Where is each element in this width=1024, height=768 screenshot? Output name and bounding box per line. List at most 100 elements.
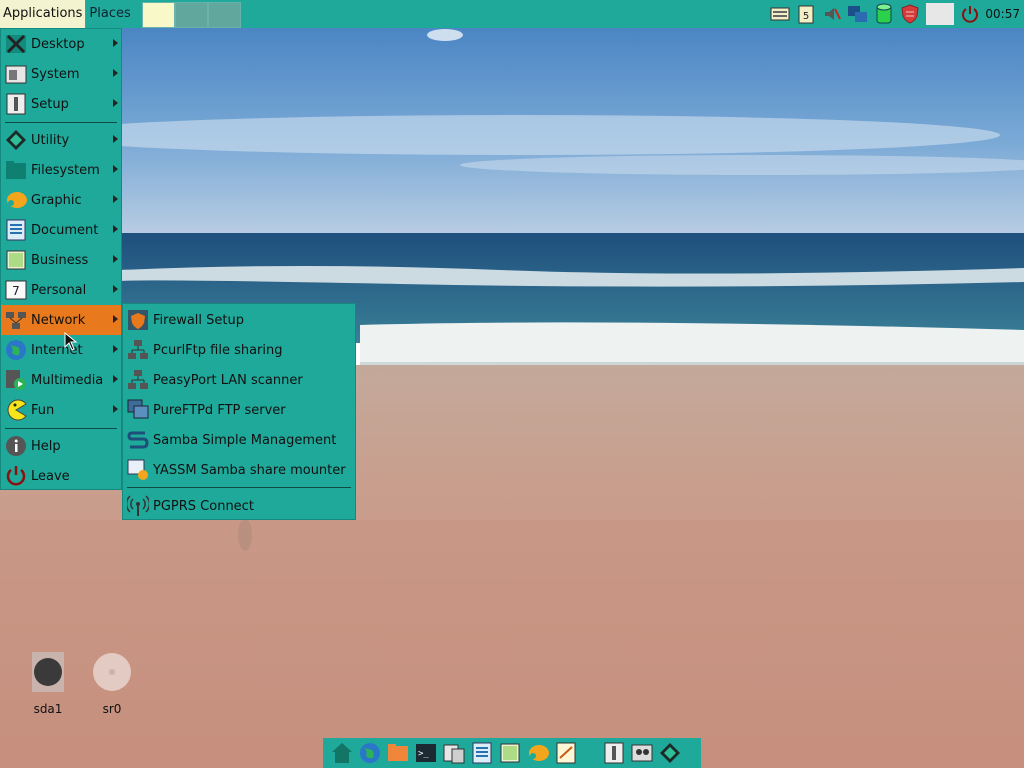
globe-icon — [5, 339, 27, 361]
svg-text:5: 5 — [803, 11, 809, 22]
menu-item-label: Utility — [31, 132, 70, 148]
menu-item-label: PcurlFtp file sharing — [153, 342, 283, 358]
menu-item-help[interactable]: Help — [1, 431, 121, 461]
menu-item-samba[interactable]: Samba Simple Management — [123, 425, 355, 455]
menu-item-label: Setup — [31, 96, 69, 112]
network-icon — [5, 309, 27, 331]
menu-item-graphic[interactable]: Graphic — [1, 185, 121, 215]
hard-drive-icon — [32, 652, 64, 692]
menu-item-label: Fun — [31, 402, 55, 418]
document-icon — [5, 219, 27, 241]
menu-item-label: PeasyPort LAN scanner — [153, 372, 303, 388]
system-icon — [5, 63, 27, 85]
paint-icon[interactable] — [527, 742, 549, 764]
blank-tray-icon[interactable] — [925, 3, 955, 25]
clipboard-icon[interactable]: 5 — [795, 3, 817, 25]
menu-item-label: PureFTPd FTP server — [153, 402, 286, 418]
firewall-shield-icon[interactable] — [899, 3, 921, 25]
menu-item-desktop[interactable]: Desktop — [1, 29, 121, 59]
lan-scanner-icon — [127, 369, 149, 391]
screenshot-icon[interactable] — [631, 742, 653, 764]
utility-icon — [5, 129, 27, 151]
menu-item-label: Document — [31, 222, 99, 238]
power-icon — [5, 465, 27, 487]
menu-item-yassm[interactable]: YASSM Samba share mounter — [123, 455, 355, 485]
network-submenu: Firewall Setup PcurlFtp file sharing Pea… — [122, 303, 356, 520]
menu-item-utility[interactable]: Utility — [1, 125, 121, 155]
setup-icon[interactable] — [603, 742, 625, 764]
utility-icon[interactable] — [659, 742, 681, 764]
menu-item-business[interactable]: Business — [1, 245, 121, 275]
menu-item-label: Graphic — [31, 192, 82, 208]
menu-item-label: Business — [31, 252, 89, 268]
menu-item-label: Personal — [31, 282, 87, 298]
menu-item-label: Samba Simple Management — [153, 432, 337, 448]
menu-item-firewall-setup[interactable]: Firewall Setup — [123, 305, 355, 335]
menu-item-label: Leave — [31, 468, 70, 484]
menu-item-system[interactable]: System — [1, 59, 121, 89]
system-tray: 5 00:57 — [765, 0, 1024, 28]
menu-item-fun[interactable]: Fun — [1, 395, 121, 425]
pacman-icon — [5, 399, 27, 421]
calendar-icon-text: 7 — [12, 284, 20, 298]
spreadsheet-icon[interactable] — [499, 742, 521, 764]
samba-icon — [127, 429, 149, 451]
places-menu-button[interactable]: Places — [86, 0, 133, 28]
notes-icon[interactable] — [555, 742, 577, 764]
menu-item-filesystem[interactable]: Filesystem — [1, 155, 121, 185]
desktop-icon — [5, 33, 27, 55]
help-icon — [5, 435, 27, 457]
workspace-3-button[interactable] — [207, 1, 241, 28]
mouse-cursor-icon — [64, 332, 78, 351]
menu-item-personal[interactable]: 7 Personal — [1, 275, 121, 305]
menu-item-internet[interactable]: Internet — [1, 335, 121, 365]
drive-status-icon[interactable] — [873, 3, 895, 25]
workspace-2-button[interactable] — [174, 1, 208, 28]
applications-menu-button[interactable]: Applications — [0, 0, 87, 28]
menu-item-label: PGPRS Connect — [153, 498, 254, 514]
menu-separator — [5, 428, 117, 429]
graphic-icon — [5, 189, 27, 211]
menu-item-peasyport[interactable]: PeasyPort LAN scanner — [123, 365, 355, 395]
menu-separator — [5, 122, 117, 123]
volume-muted-icon[interactable] — [821, 3, 843, 25]
menu-item-pcurlftp[interactable]: PcurlFtp file sharing — [123, 335, 355, 365]
menu-item-setup[interactable]: Setup — [1, 89, 121, 119]
menu-item-network[interactable]: Network — [1, 305, 121, 335]
network-monitor-icon[interactable] — [847, 3, 869, 25]
menu-item-document[interactable]: Document — [1, 215, 121, 245]
multimedia-icon — [5, 369, 27, 391]
browser-icon[interactable] — [359, 742, 381, 764]
menu-item-pureftpd[interactable]: PureFTPd FTP server — [123, 395, 355, 425]
file-manager-icon[interactable] — [387, 742, 409, 764]
top-panel: Applications Places 5 00:57 — [0, 0, 1024, 28]
menu-item-label: Network — [31, 312, 86, 328]
drive-sr0[interactable]: sr0 — [87, 650, 137, 716]
power-icon[interactable] — [959, 3, 981, 25]
drive-label: sr0 — [102, 702, 122, 716]
keyboard-icon[interactable] — [769, 3, 791, 25]
menu-item-label: Filesystem — [31, 162, 100, 178]
workspace-1-button[interactable] — [141, 1, 175, 28]
optical-drive-icon — [93, 653, 131, 691]
spreadsheet-icon — [5, 249, 27, 271]
network-share-icon — [127, 339, 149, 361]
share-mounter-icon — [127, 459, 149, 481]
text-editor-icon[interactable] — [471, 742, 493, 764]
menu-item-pgprs-connect[interactable]: PGPRS Connect — [123, 491, 355, 521]
system-manager-icon[interactable] — [443, 742, 465, 764]
terminal-icon[interactable]: >_ — [415, 742, 437, 764]
home-icon[interactable] — [331, 742, 353, 764]
menu-item-label: Help — [31, 438, 61, 454]
menu-item-label: Firewall Setup — [153, 312, 244, 328]
launcher-bar: >_ — [323, 738, 701, 768]
menu-item-label: Multimedia — [31, 372, 104, 388]
antenna-icon — [127, 495, 149, 517]
menu-item-label: Desktop — [31, 36, 85, 52]
menu-item-multimedia[interactable]: Multimedia — [1, 365, 121, 395]
menu-item-label: YASSM Samba share mounter — [153, 462, 346, 478]
menu-item-leave[interactable]: Leave — [1, 461, 121, 491]
calendar-icon: 7 — [5, 279, 27, 301]
clock[interactable]: 00:57 — [985, 7, 1020, 21]
drive-sda1[interactable]: sda1 — [23, 650, 73, 716]
